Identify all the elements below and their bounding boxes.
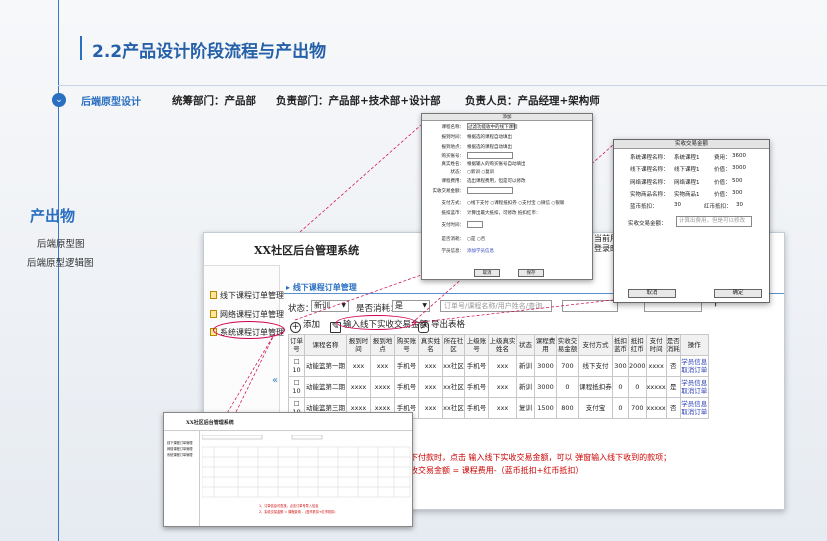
thumb-sidebar-item[interactable]: 网络课程订单管理: [167, 446, 193, 451]
field-value: 根据选的课程自动填出: [467, 145, 512, 150]
amount-row-extra-label: 价值：: [714, 180, 731, 186]
field-value[interactable]: [467, 187, 513, 194]
thumb-rule: [164, 430, 412, 431]
amount-row-value: 系统课程1: [674, 155, 700, 161]
thumb-sidebar-item[interactable]: 系统课程订单管理: [167, 452, 193, 457]
add-student-link[interactable]: 添加学员信息: [467, 248, 494, 254]
amount-row-extra-value: 300: [732, 190, 743, 196]
amount-row-label: 系统课程名称：: [630, 155, 669, 161]
field-label: 真实姓名：: [441, 162, 465, 167]
field-label: 抵扣蓝币：: [441, 211, 465, 216]
field-value[interactable]: 计算出最大抵扣，可修改 抵扣红币：: [467, 210, 540, 216]
field-value: 根据选的课程自动填出: [467, 135, 512, 140]
field-label: 课程名称：: [441, 125, 465, 130]
thumb-note: 1、订单信息可查找，点击订单号导入信息: [259, 504, 319, 508]
red-coin-label: 红币抵扣：: [704, 204, 732, 210]
field-value: 过滤功能收中的线下课程: [467, 123, 518, 130]
amount-row-extra-label: 价值：: [714, 192, 731, 198]
amount-row-extra-value: 3000: [732, 165, 746, 171]
field-label: 报到时间：: [441, 135, 465, 140]
dialog-title: 添加: [422, 114, 592, 121]
cancel-button[interactable]: 取消: [474, 269, 500, 277]
field-label: 是否消耗：: [441, 237, 465, 242]
amount-row-value: 实物商品1: [674, 192, 700, 198]
field-label: 支付时间：: [441, 223, 465, 228]
dialog-title: 实收交易金额: [614, 140, 769, 149]
amount-row-label: 线下课程名称：: [630, 167, 669, 173]
field-label: 状态：: [450, 170, 465, 175]
red-coin-value: 30: [736, 202, 743, 208]
amount-row-value: 网络课程1: [674, 180, 700, 186]
field-label: 学员信息：: [441, 249, 465, 254]
thumb-sidebar-item[interactable]: 线下课程订单管理: [167, 440, 193, 445]
amount-row-extra-label: 价值：: [714, 167, 731, 173]
field-label: 支付方式：: [441, 201, 465, 206]
save-button[interactable]: 保存: [518, 269, 544, 277]
thumb-note: 2、实收交易金额 = 课程费用 -（蓝币抵扣+红币抵扣）: [259, 510, 338, 514]
field-value: ○新训 ○复训: [467, 170, 495, 175]
field-value: ○线下支付 ○课程抵扣券 ○支付宝 ○微信 ○银联: [467, 201, 565, 206]
amount-row-label: 网络课程名称：: [630, 180, 669, 186]
field-label: 实收交易金额：: [432, 189, 465, 194]
amount-row-label: 实物商品名称：: [630, 192, 669, 198]
cancel-button[interactable]: 取消: [628, 289, 676, 298]
amount-row-extra-value: 3600: [732, 153, 746, 159]
blue-coin-label: 蓝币抵扣：: [630, 204, 658, 210]
amount-dialog: 实收交易金额 系统课程名称： 系统课程1 费用： 3600 线下课程名称： 线下课程1 价值…: [613, 139, 770, 303]
amount-row-value: 线下课程1: [674, 167, 700, 173]
add-dialog: 添加 课程名称： 过滤功能收中的线下课程 报到时间： 根据选的课程自动填出 报到地点：根…: [421, 113, 593, 280]
field-value[interactable]: 选出课程费用，但是可以修改: [467, 178, 526, 184]
field-value: 根据输入的购买账号自动填出: [467, 162, 526, 167]
field-label: 课程费用：: [441, 179, 465, 184]
amount-label: 实收交易金额：: [628, 221, 667, 227]
amount-input[interactable]: 计算出费用，但是可以修改: [676, 216, 752, 227]
amount-row-extra-label: 费用：: [714, 155, 731, 161]
field-value[interactable]: [467, 221, 483, 228]
blue-coin-value: 30: [674, 202, 681, 208]
confirm-button[interactable]: 确定: [714, 289, 762, 298]
thumb-table-sketch: [202, 435, 411, 498]
thumb-title: XX社区后台管理系统: [186, 420, 234, 426]
thumbnail-screen: XX社区后台管理系统 线下课程订单管理 网络课程订单管理 系统课程订单管理 1、…: [163, 412, 413, 527]
field-label: 购买账号：: [441, 154, 465, 159]
amount-row-extra-value: 500: [732, 178, 743, 184]
field-label: 报到地点：: [441, 145, 465, 150]
field-value: ○是 ○否: [467, 237, 486, 242]
field-value[interactable]: [467, 152, 513, 159]
